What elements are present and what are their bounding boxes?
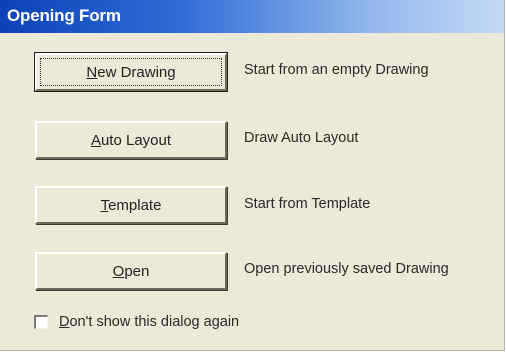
new-drawing-button[interactable]: New Drawing bbox=[34, 52, 228, 92]
new-drawing-description: Start from an empty Drawing bbox=[244, 62, 429, 78]
title-bar[interactable]: Opening Form bbox=[0, 0, 504, 33]
open-button[interactable]: Open bbox=[35, 252, 227, 290]
dont-show-again-label[interactable]: Don't show this dialog again bbox=[59, 314, 239, 330]
dont-show-again-checkbox[interactable] bbox=[34, 315, 48, 329]
auto-layout-description: Draw Auto Layout bbox=[244, 130, 359, 146]
open-button-label: Open bbox=[112, 262, 150, 280]
dialog-title: Opening Form bbox=[7, 6, 121, 25]
new-drawing-button-label: New Drawing bbox=[86, 63, 176, 81]
opening-form-dialog: Opening Form New Drawing Start from an e… bbox=[0, 0, 505, 351]
auto-layout-button[interactable]: Auto Layout bbox=[35, 121, 227, 159]
auto-layout-button-label: Auto Layout bbox=[90, 131, 172, 149]
template-button-label: Template bbox=[100, 196, 162, 214]
dont-show-again-row[interactable]: Don't show this dialog again bbox=[34, 312, 239, 332]
open-description: Open previously saved Drawing bbox=[244, 261, 449, 277]
template-description: Start from Template bbox=[244, 196, 371, 212]
template-button[interactable]: Template bbox=[35, 186, 227, 224]
